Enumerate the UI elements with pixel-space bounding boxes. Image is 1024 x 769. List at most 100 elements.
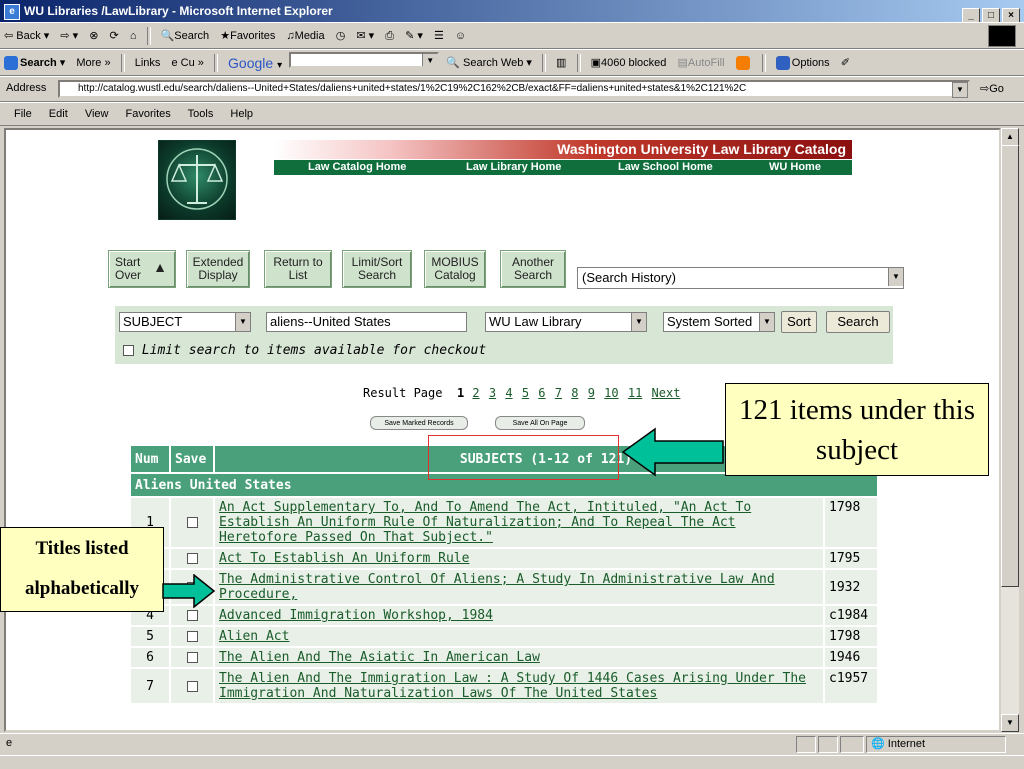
address-dropdown-icon[interactable]: ▼ — [952, 82, 968, 98]
sort-button[interactable]: Sort — [781, 311, 817, 333]
search-field-select[interactable]: SUBJECT ▼ — [119, 312, 251, 332]
another-search-button[interactable]: Another Search — [500, 250, 566, 288]
extended-line1: Extended — [192, 255, 244, 269]
menu-view[interactable]: View — [85, 108, 109, 120]
standard-toolbar: ⇦ Back ▾ ⇨ ▾ ⊗ ⟳ ⌂ 🔍Search ★Favorites ♫M… — [0, 22, 1024, 49]
status-text: e — [6, 737, 13, 749]
return-to-list-button[interactable]: Return to List — [264, 250, 332, 288]
print-icon[interactable]: ⎙ — [381, 25, 398, 47]
history-icon[interactable]: ◷ — [332, 25, 350, 47]
google-button[interactable]: Google ▾ — [224, 52, 286, 74]
law-catalog-home-link[interactable]: Law Catalog Home — [308, 160, 406, 175]
page-link[interactable]: 9 — [588, 386, 595, 400]
mobius-catalog-button[interactable]: MOBIUS Catalog — [424, 250, 486, 288]
title-link[interactable]: The Alien And The Immigration Law : A St… — [219, 671, 806, 701]
scroll-down-icon[interactable]: ▼ — [1001, 714, 1019, 732]
page-link[interactable]: 11 — [628, 386, 642, 400]
page-link[interactable]: 3 — [489, 386, 496, 400]
pagerank-icon[interactable]: ▥ — [552, 52, 570, 74]
result-pager: Result Page 1 2 3 4 5 6 7 8 9 10 11 Next — [363, 386, 681, 400]
page-link[interactable]: 8 — [571, 386, 578, 400]
taskbar — [0, 755, 1024, 769]
next-page-link[interactable]: Next — [652, 386, 681, 400]
menu-file[interactable]: File — [14, 108, 32, 120]
options-button[interactable]: Options — [772, 52, 834, 74]
scroll-thumb[interactable] — [1001, 145, 1019, 587]
more-button[interactable]: More » — [72, 52, 114, 74]
blogger-icon[interactable] — [732, 52, 756, 74]
save-checkbox[interactable] — [186, 680, 198, 692]
start-over-button[interactable]: Start Over ▲ — [108, 250, 176, 288]
search-button[interactable]: 🔍Search — [157, 25, 214, 47]
title-link[interactable]: Act To Establish An Uniform Rule — [219, 551, 469, 566]
title-link[interactable]: An Act Supplementary To, And To Amend Th… — [219, 500, 751, 545]
save-checkbox[interactable] — [186, 631, 198, 642]
library-select[interactable]: WU Law Library ▼ — [485, 312, 647, 332]
law-library-home-link[interactable]: Law Library Home — [466, 160, 561, 175]
scroll-up-icon[interactable]: ▲ — [1001, 128, 1019, 146]
save-checkbox[interactable] — [186, 610, 198, 621]
forward-button[interactable]: ⇨ ▾ — [56, 25, 82, 47]
page-link[interactable]: 5 — [522, 386, 529, 400]
page-link[interactable]: 2 — [472, 386, 479, 400]
google-search-input[interactable]: ▼ — [289, 52, 440, 68]
highlighter-icon[interactable]: ✐ — [837, 52, 854, 74]
save-checkbox[interactable] — [186, 517, 198, 528]
mail-icon[interactable]: ✉ ▾ — [352, 25, 378, 47]
favorites-button[interactable]: ★Favorites — [216, 25, 279, 47]
page-link[interactable]: 7 — [555, 386, 562, 400]
search-history-select[interactable]: (Search History) ▼ — [577, 267, 904, 289]
limit-sort-search-button[interactable]: Limit/Sort Search — [342, 250, 412, 288]
extended-display-button[interactable]: Extended Display — [186, 250, 250, 288]
title-link[interactable]: Alien Act — [219, 629, 289, 644]
save-checkbox[interactable] — [186, 553, 198, 564]
save-checkbox[interactable] — [186, 652, 198, 663]
table-row: 7 The Alien And The Immigration Law : A … — [131, 669, 877, 703]
mysearch-button[interactable]: Search ▾ — [0, 52, 69, 74]
search-button[interactable]: Search — [826, 311, 890, 333]
menu-tools[interactable]: Tools — [188, 108, 214, 120]
search-web-button[interactable]: 🔍 Search Web ▾ — [442, 52, 536, 74]
back-button[interactable]: ⇦ Back ▾ — [0, 25, 53, 47]
messenger-icon[interactable]: ☺ — [451, 25, 470, 47]
go-button[interactable]: ⇨Go — [980, 82, 1004, 95]
search-term-input[interactable]: aliens--United States — [266, 312, 467, 332]
cu-link[interactable]: e Cu » — [167, 52, 207, 74]
address-input[interactable]: http://catalog.wustl.edu/search/daliens-… — [58, 80, 970, 98]
row-year: c1957 — [825, 669, 877, 703]
wu-home-link[interactable]: WU Home — [769, 160, 821, 175]
separator — [146, 27, 151, 45]
home-icon[interactable]: ⌂ — [126, 25, 141, 47]
links-toolbar: Search ▾ More » Links e Cu » Google ▾ ▼ … — [0, 49, 1024, 76]
edit-icon[interactable]: ✎ ▾ — [401, 25, 427, 47]
autofill-button[interactable]: ▤AutoFill — [673, 52, 728, 74]
page-link[interactable]: 4 — [505, 386, 512, 400]
menu-edit[interactable]: Edit — [49, 108, 68, 120]
discuss-icon[interactable]: ☰ — [430, 25, 448, 47]
limit-checkout-checkbox[interactable] — [123, 345, 134, 356]
title-link[interactable]: Advanced Immigration Workshop, 1984 — [219, 608, 493, 623]
menu-help[interactable]: Help — [230, 108, 253, 120]
limit-checkout-option: Limit search to items available for chec… — [123, 343, 486, 358]
vertical-scrollbar[interactable]: ▲ ▼ — [1001, 128, 1019, 732]
links-button[interactable]: Links — [131, 52, 165, 74]
popup-blocker-button[interactable]: ▣4060 blocked — [587, 52, 671, 74]
status-cell — [818, 736, 838, 753]
catalog-title: Washington University Law Library Catalo… — [274, 140, 852, 159]
refresh-icon[interactable]: ⟳ — [106, 25, 123, 47]
status-bar: e 🌐 Internet — [0, 733, 1024, 756]
table-row: 1 An Act Supplementary To, And To Amend … — [131, 498, 877, 547]
title-link[interactable]: The Administrative Control Of Aliens; A … — [219, 572, 775, 602]
law-school-home-link[interactable]: Law School Home — [618, 160, 713, 175]
save-all-on-page-button[interactable]: Save All On Page — [495, 416, 585, 430]
sort-select[interactable]: System Sorted ▼ — [663, 312, 775, 332]
page-link[interactable]: 6 — [538, 386, 545, 400]
row-title: The Alien And The Asiatic In American La… — [215, 648, 823, 667]
stop-icon[interactable]: ⊗ — [85, 25, 102, 47]
title-link[interactable]: The Alien And The Asiatic In American La… — [219, 650, 540, 665]
media-button[interactable]: ♫Media — [282, 25, 328, 47]
page-link[interactable]: 10 — [604, 386, 618, 400]
menu-favorites[interactable]: Favorites — [126, 108, 171, 120]
save-marked-records-button[interactable]: Save Marked Records — [370, 416, 468, 430]
back-label: Back — [16, 30, 41, 42]
